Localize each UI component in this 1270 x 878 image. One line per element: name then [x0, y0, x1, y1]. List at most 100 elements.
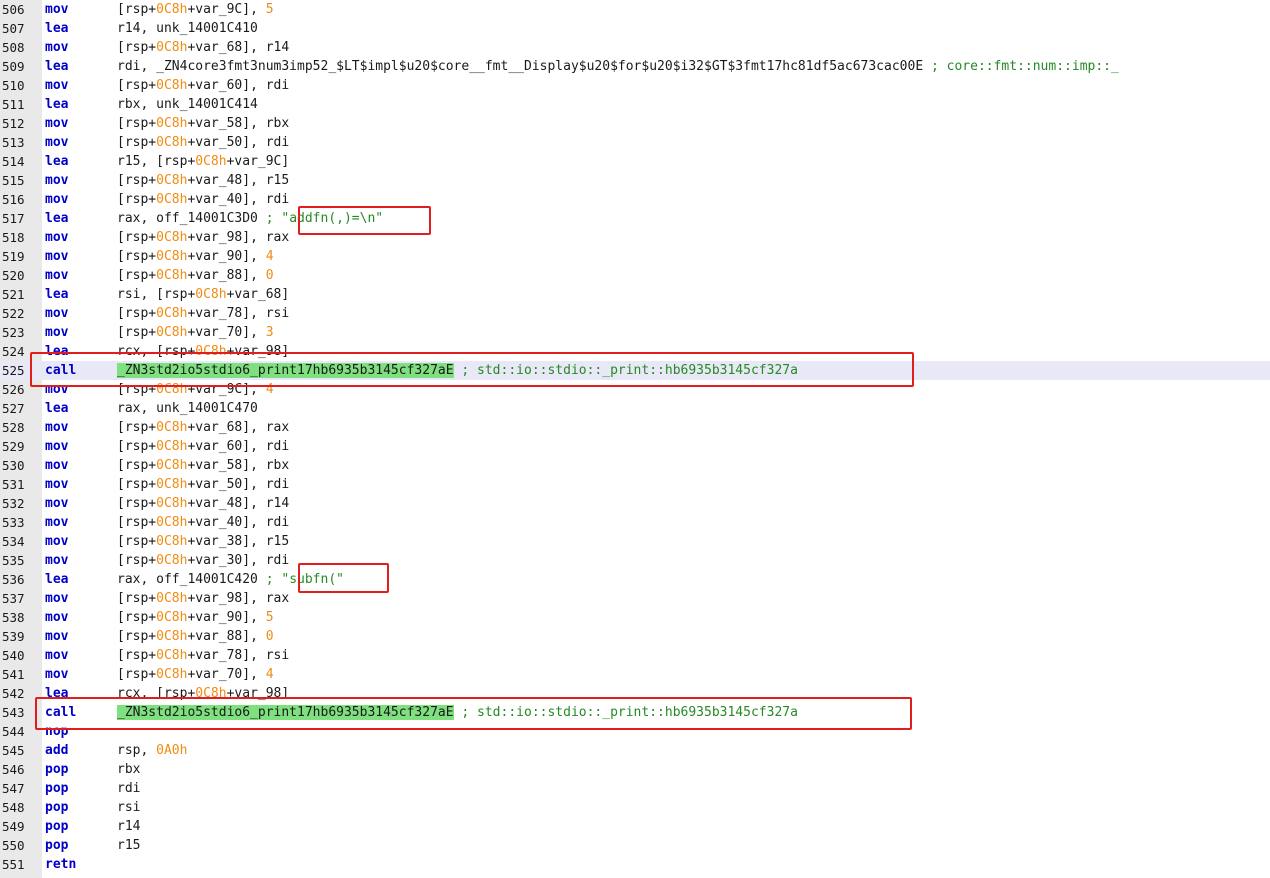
operands[interactable]: [rsp+0C8h+var_38], r15	[117, 532, 289, 551]
operands[interactable]: rsp, 0A0h	[117, 741, 187, 760]
immediate-value[interactable]: 0C8h	[156, 173, 187, 188]
listing-line[interactable]: 541 mov [rsp+0C8h+var_70], 4	[0, 665, 1270, 684]
mnemonic[interactable]: mov	[45, 228, 68, 247]
mnemonic[interactable]: mov	[45, 437, 68, 456]
mnemonic[interactable]: lea	[45, 152, 68, 171]
operands[interactable]: r15	[117, 836, 140, 855]
immediate-value[interactable]: 0C8h	[156, 306, 187, 321]
listing-line[interactable]: 550 pop r15	[0, 836, 1270, 855]
operands[interactable]: rax, off_14001C420 ; "subfn("	[117, 570, 344, 589]
operands[interactable]: [rsp+0C8h+var_70], 4	[117, 665, 274, 684]
mnemonic[interactable]: lea	[45, 399, 68, 418]
listing-line[interactable]: 521 lea rsi, [rsp+0C8h+var_68]	[0, 285, 1270, 304]
mnemonic[interactable]: mov	[45, 608, 68, 627]
mnemonic[interactable]: lea	[45, 95, 68, 114]
listing-line[interactable]: 530 mov [rsp+0C8h+var_58], rbx	[0, 456, 1270, 475]
operands[interactable]: [rsp+0C8h+var_58], rbx	[117, 114, 289, 133]
comment[interactable]: ; std::io::stdio::_print::hb6935b3145cf3…	[454, 363, 798, 378]
mnemonic[interactable]: retn	[45, 855, 76, 874]
listing-line[interactable]: 527 lea rax, unk_14001C470	[0, 399, 1270, 418]
operand-text[interactable]: [rsp+	[117, 610, 156, 625]
operand-text[interactable]: +var_68], r14	[187, 40, 289, 55]
operands[interactable]: [rsp+0C8h+var_50], rdi	[117, 133, 289, 152]
mnemonic[interactable]: mov	[45, 494, 68, 513]
listing-line[interactable]: 509 lea rdi, _ZN4core3fmt3num3imp52_$LT$im…	[0, 57, 1270, 76]
operand-text[interactable]: [rsp+	[117, 458, 156, 473]
listing-line[interactable]: 522 mov [rsp+0C8h+var_78], rsi	[0, 304, 1270, 323]
listing-line[interactable]: 544 nop	[0, 722, 1270, 741]
immediate-value[interactable]: 0C8h	[156, 458, 187, 473]
mnemonic[interactable]: mov	[45, 589, 68, 608]
immediate-value[interactable]: 0C8h	[195, 154, 226, 169]
operand-text[interactable]: [rsp+	[117, 116, 156, 131]
operand-text[interactable]: +var_58], rbx	[187, 116, 289, 131]
mnemonic[interactable]: lea	[45, 342, 68, 361]
mnemonic[interactable]: mov	[45, 76, 68, 95]
immediate-value[interactable]: 4	[266, 667, 274, 682]
comment[interactable]: ; "subfn("	[266, 572, 344, 587]
operands[interactable]: [rsp+0C8h+var_90], 4	[117, 247, 274, 266]
operand-text[interactable]: [rsp+	[117, 249, 156, 264]
operand-text[interactable]: +var_70],	[187, 325, 265, 340]
operand-text[interactable]: +var_98]	[227, 686, 290, 701]
immediate-value[interactable]: 0C8h	[156, 116, 187, 131]
listing-line[interactable]: 517 lea rax, off_14001C3D0 ; "addfn(,)=\n"	[0, 209, 1270, 228]
listing-line[interactable]: 536 lea rax, off_14001C420 ; "subfn("	[0, 570, 1270, 589]
operand-text[interactable]: +var_38], r15	[187, 534, 289, 549]
mnemonic[interactable]: pop	[45, 817, 68, 836]
operand-text[interactable]: +var_50], rdi	[187, 477, 289, 492]
immediate-value[interactable]: 0C8h	[156, 40, 187, 55]
immediate-value[interactable]: 4	[266, 382, 274, 397]
operand-text[interactable]: [rsp+	[117, 78, 156, 93]
immediate-value[interactable]: 0C8h	[195, 287, 226, 302]
mnemonic[interactable]: pop	[45, 836, 68, 855]
listing-line[interactable]: 540 mov [rsp+0C8h+var_78], rsi	[0, 646, 1270, 665]
operands[interactable]: [rsp+0C8h+var_40], rdi	[117, 513, 289, 532]
operand-text[interactable]: +var_40], rdi	[187, 192, 289, 207]
comment[interactable]: ; core::fmt::num::imp::_	[931, 59, 1119, 74]
operand-text[interactable]: [rsp+	[117, 477, 156, 492]
mnemonic[interactable]: pop	[45, 760, 68, 779]
immediate-value[interactable]: 0A0h	[156, 743, 187, 758]
immediate-value[interactable]: 0C8h	[156, 648, 187, 663]
operands[interactable]: _ZN3std2io5stdio6_print17hb6935b3145cf32…	[117, 361, 798, 380]
operands[interactable]: [rsp+0C8h+var_70], 3	[117, 323, 274, 342]
operand-text[interactable]: +var_68], rax	[187, 420, 289, 435]
operands[interactable]: [rsp+0C8h+var_98], rax	[117, 589, 289, 608]
immediate-value[interactable]: 0C8h	[195, 686, 226, 701]
operand-text[interactable]: rax, off_14001C420	[117, 572, 266, 587]
immediate-value[interactable]: 0C8h	[195, 344, 226, 359]
operand-text[interactable]: rdi	[117, 781, 140, 796]
operand-text[interactable]: [rsp+	[117, 591, 156, 606]
listing-line[interactable]: 526 mov [rsp+0C8h+var_9C], 4	[0, 380, 1270, 399]
operands[interactable]: rsi	[117, 798, 140, 817]
operand-text[interactable]: +var_9C],	[187, 382, 265, 397]
listing-line[interactable]: 528 mov [rsp+0C8h+var_68], rax	[0, 418, 1270, 437]
listing-line[interactable]: 524 lea rcx, [rsp+0C8h+var_98]	[0, 342, 1270, 361]
mnemonic[interactable]: nop	[45, 722, 68, 741]
operands[interactable]: [rsp+0C8h+var_60], rdi	[117, 76, 289, 95]
listing-line[interactable]: 548 pop rsi	[0, 798, 1270, 817]
operand-text[interactable]: +var_90],	[187, 249, 265, 264]
operands[interactable]: rax, off_14001C3D0 ; "addfn(,)=\n"	[117, 209, 383, 228]
operand-text[interactable]: [rsp+	[117, 306, 156, 321]
mnemonic[interactable]: mov	[45, 646, 68, 665]
operand-text[interactable]: +var_68]	[227, 287, 290, 302]
immediate-value[interactable]: 0C8h	[156, 2, 187, 17]
operand-text[interactable]: +var_60], rdi	[187, 78, 289, 93]
immediate-value[interactable]: 0C8h	[156, 610, 187, 625]
immediate-value[interactable]: 0C8h	[156, 439, 187, 454]
operand-text[interactable]: +var_9C]	[227, 154, 290, 169]
operand-text[interactable]: r14	[117, 819, 140, 834]
operand-text[interactable]: [rsp+	[117, 420, 156, 435]
immediate-value[interactable]: 0	[266, 268, 274, 283]
operands[interactable]: [rsp+0C8h+var_68], r14	[117, 38, 289, 57]
immediate-value[interactable]: 0	[266, 629, 274, 644]
operands[interactable]: [rsp+0C8h+var_90], 5	[117, 608, 274, 627]
listing-line[interactable]: 538 mov [rsp+0C8h+var_90], 5	[0, 608, 1270, 627]
mnemonic[interactable]: mov	[45, 171, 68, 190]
listing-line[interactable]: 507 lea r14, unk_14001C410	[0, 19, 1270, 38]
comment[interactable]: ; std::io::stdio::_print::hb6935b3145cf3…	[454, 705, 798, 720]
listing-line[interactable]: 506 mov [rsp+0C8h+var_9C], 5	[0, 0, 1270, 19]
operand-text[interactable]: rdi, _ZN4core3fmt3num3imp52_$LT$impl$u20…	[117, 59, 931, 74]
